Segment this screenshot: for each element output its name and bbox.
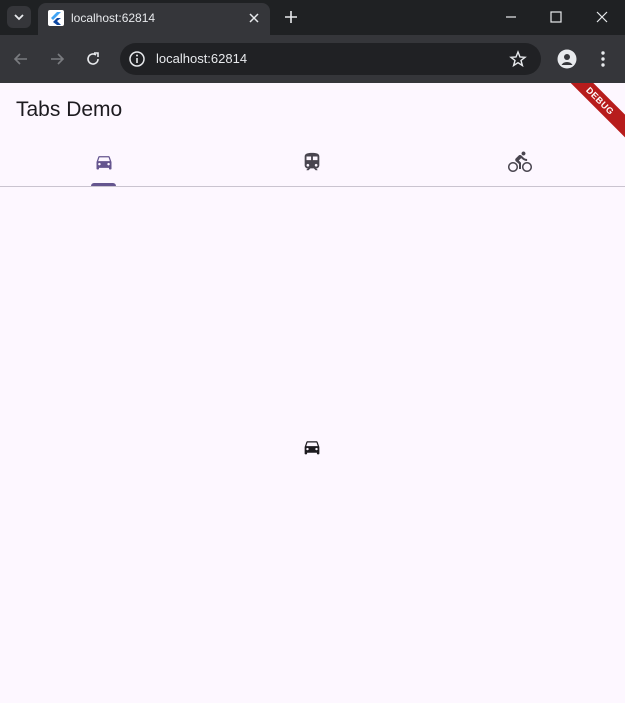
flutter-app: Tabs Demo DEBUG — [0, 83, 625, 703]
tab-bar — [0, 137, 625, 187]
page-title: Tabs Demo — [16, 98, 123, 121]
tab-car[interactable] — [0, 137, 208, 186]
maximize-icon[interactable] — [545, 6, 567, 28]
back-arrow-icon[interactable] — [11, 49, 31, 69]
tab-indicator — [91, 183, 116, 186]
bookmark-star-icon[interactable] — [509, 50, 527, 68]
browser-titlebar: localhost:62814 — [0, 0, 625, 35]
tab-train[interactable] — [208, 137, 416, 186]
tab-bike[interactable] — [416, 137, 624, 186]
bike-icon — [508, 151, 532, 172]
reload-icon[interactable] — [83, 49, 103, 69]
train-icon — [304, 152, 320, 170]
car-icon — [96, 155, 112, 169]
window-close-icon[interactable] — [591, 6, 613, 28]
site-info-icon[interactable] — [128, 50, 146, 68]
browser-toolbar: localhost:62814 — [0, 35, 625, 83]
new-tab-icon[interactable] — [282, 8, 300, 26]
flutter-favicon-icon — [48, 10, 64, 26]
browser-tab[interactable]: localhost:62814 — [38, 3, 270, 35]
profile-icon[interactable] — [557, 49, 577, 69]
address-bar[interactable]: localhost:62814 — [120, 43, 541, 75]
minimize-icon[interactable] — [500, 6, 522, 28]
chevron-down-icon — [14, 14, 24, 21]
more-menu-icon[interactable] — [595, 49, 611, 69]
close-icon[interactable] — [246, 10, 262, 26]
browser-tab-title: localhost:62814 — [71, 11, 156, 25]
forward-arrow-icon[interactable] — [47, 49, 67, 69]
url-text[interactable]: localhost:62814 — [156, 51, 247, 66]
car-icon — [304, 441, 320, 455]
tab-search-button[interactable] — [7, 6, 31, 28]
